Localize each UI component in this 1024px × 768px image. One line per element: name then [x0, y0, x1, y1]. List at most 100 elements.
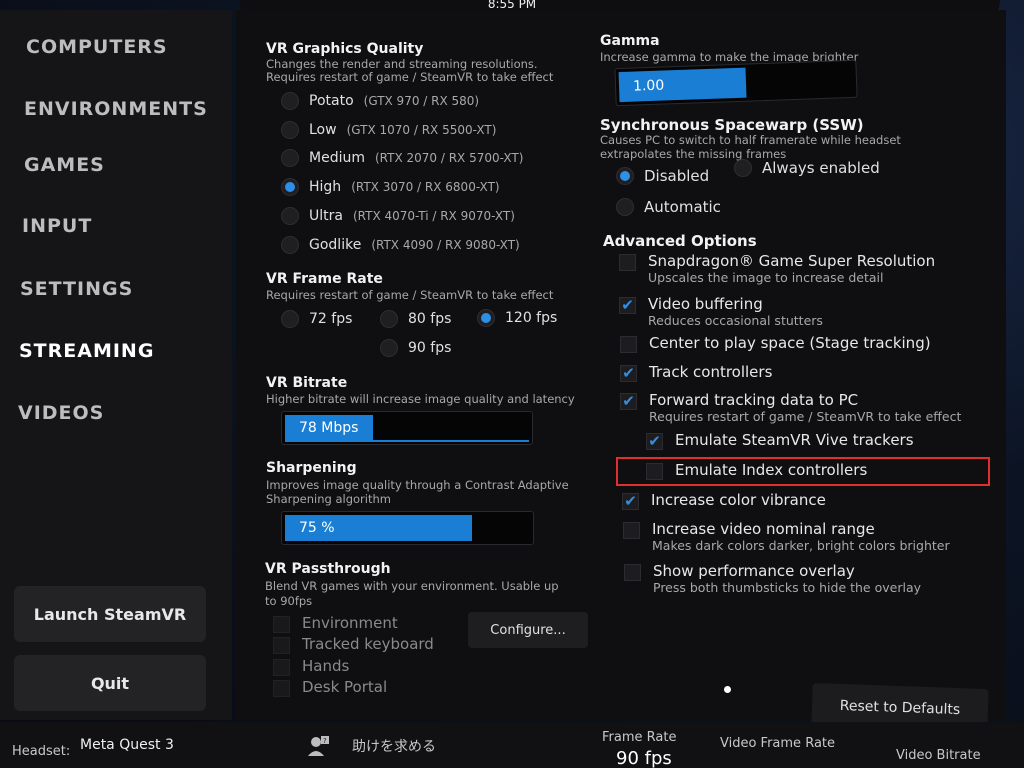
- graphics-option-low[interactable]: Low (GTX 1070 / RX 5500-XT): [281, 121, 496, 139]
- option-sub: Reduces occasional stutters: [648, 313, 823, 328]
- adv-increase-color-vibrance[interactable]: ✔ Increase color vibrance: [622, 491, 826, 510]
- radio-icon: [281, 207, 299, 225]
- nav-games[interactable]: GAMES: [24, 154, 105, 176]
- checkmark-icon: ✔: [622, 493, 639, 510]
- checkbox-icon: [273, 680, 290, 697]
- svg-text:?: ?: [323, 737, 327, 745]
- launch-steamvr-button[interactable]: Launch SteamVR: [14, 586, 206, 642]
- passthrough-tracked-keyboard[interactable]: Tracked keyboard: [273, 635, 434, 654]
- option-label: Automatic: [644, 198, 721, 216]
- adv-show-performance-overlay[interactable]: Show performance overlay Press both thum…: [624, 562, 921, 595]
- bitrate-desc: Higher bitrate will increase image quali…: [266, 392, 575, 406]
- option-sub: Upscales the image to increase detail: [648, 270, 884, 285]
- framerate-80[interactable]: 80 fps: [380, 310, 451, 328]
- option-label: Emulate SteamVR Vive trackers: [675, 431, 914, 449]
- checkbox-icon: [619, 254, 636, 271]
- ssw-always-enabled[interactable]: Always enabled: [734, 159, 880, 177]
- checkbox-icon: [620, 336, 637, 353]
- nav-streaming[interactable]: STREAMING: [19, 340, 154, 362]
- ssw-automatic[interactable]: Automatic: [616, 198, 721, 216]
- passthrough-desk-portal[interactable]: Desk Portal: [273, 678, 387, 697]
- nav-computers[interactable]: COMPUTERS: [26, 36, 168, 58]
- framerate-title: VR Frame Rate: [266, 271, 383, 287]
- graphics-option-medium[interactable]: Medium (RTX 2070 / RX 5700-XT): [281, 149, 523, 167]
- checkbox-icon: [273, 616, 290, 633]
- radio-icon: [281, 121, 299, 139]
- option-label: 80 fps: [408, 311, 452, 327]
- radio-selected-icon: [281, 178, 299, 196]
- option-sub: Makes dark colors darker, bright colors …: [652, 538, 950, 553]
- checkbox-icon: [273, 659, 290, 676]
- option-gpu: (RTX 3070 / RX 6800-XT): [351, 180, 500, 194]
- configure-button[interactable]: Configure...: [468, 612, 588, 648]
- sharpening-fill: 75 %: [285, 515, 472, 541]
- bitrate-title: VR Bitrate: [266, 375, 348, 391]
- radio-icon: [616, 198, 634, 216]
- adv-increase-nominal-range[interactable]: Increase video nominal range Makes dark …: [623, 520, 950, 553]
- option-label: Hands: [302, 657, 350, 675]
- help-button[interactable]: 助けを求める: [352, 736, 436, 756]
- option-label: Ultra: [309, 208, 343, 224]
- option-label: Medium: [309, 150, 365, 166]
- adv-emulate-vive-trackers[interactable]: ✔ Emulate SteamVR Vive trackers: [646, 431, 914, 450]
- option-label: 120 fps: [505, 310, 558, 326]
- nav-input[interactable]: INPUT: [22, 215, 92, 237]
- nav-settings[interactable]: SETTINGS: [20, 278, 133, 300]
- checkmark-icon: ✔: [646, 433, 663, 450]
- help-user-icon[interactable]: ?: [306, 734, 330, 758]
- sharpening-desc-2: Sharpening algorithm: [266, 492, 391, 506]
- passthrough-hands[interactable]: Hands: [273, 657, 349, 676]
- bitrate-fill: 78 Mbps: [285, 415, 373, 441]
- highlight-box: [616, 457, 990, 486]
- passthrough-environment[interactable]: Environment: [273, 614, 398, 633]
- option-label: Environment: [302, 614, 398, 632]
- option-sub: Press both thumbsticks to hide the overl…: [653, 580, 921, 595]
- slider-track: [285, 440, 529, 442]
- option-gpu: (GTX 970 / RX 580): [363, 94, 480, 108]
- option-label: Tracked keyboard: [302, 635, 434, 653]
- option-label: Video buffering: [648, 295, 763, 313]
- option-label: Center to play space (Stage tracking): [649, 334, 931, 352]
- option-label: Always enabled: [762, 159, 880, 177]
- adv-video-buffering[interactable]: ✔ Video buffering Reduces occasional stu…: [619, 295, 823, 328]
- sharpening-slider[interactable]: 75 %: [281, 511, 534, 545]
- quit-button[interactable]: Quit: [14, 655, 206, 711]
- framerate-72[interactable]: 72 fps: [281, 310, 352, 328]
- option-gpu: (RTX 4070-Ti / RX 9070-XT): [352, 209, 515, 223]
- adv-center-play-space[interactable]: Center to play space (Stage tracking): [620, 334, 931, 353]
- graphics-option-godlike[interactable]: Godlike (RTX 4090 / RX 9080-XT): [281, 236, 520, 254]
- checkbox-icon: [623, 522, 640, 539]
- option-label: 90 fps: [408, 340, 452, 356]
- adv-forward-tracking[interactable]: ✔ Forward tracking data to PC Requires r…: [620, 391, 961, 424]
- page-indicator-dot: [724, 686, 731, 693]
- framerate-status-label: Frame Rate: [602, 730, 677, 745]
- adv-track-controllers[interactable]: ✔ Track controllers: [620, 363, 772, 382]
- option-label: Godlike: [309, 237, 362, 253]
- bitrate-slider[interactable]: 78 Mbps: [281, 411, 533, 445]
- option-label: Show performance overlay: [653, 562, 855, 580]
- graphics-title: VR Graphics Quality: [266, 41, 424, 57]
- option-label: High: [309, 179, 342, 195]
- graphics-option-potato[interactable]: Potato (GTX 970 / RX 580): [281, 92, 479, 110]
- nav-environments[interactable]: ENVIRONMENTS: [24, 98, 208, 120]
- advanced-title: Advanced Options: [603, 232, 757, 250]
- checkmark-icon: ✔: [620, 365, 637, 382]
- nav-videos[interactable]: VIDEOS: [18, 402, 104, 424]
- framerate-120[interactable]: 120 fps: [477, 309, 557, 327]
- adv-snapdragon-gsr[interactable]: Snapdragon® Game Super Resolution Upscal…: [619, 252, 935, 285]
- option-sub: Requires restart of game / SteamVR to ta…: [649, 409, 962, 424]
- video-framerate-label: Video Frame Rate: [720, 736, 836, 751]
- headset-label: Headset:: [12, 744, 71, 759]
- graphics-option-high[interactable]: High (RTX 3070 / RX 6800-XT): [281, 178, 500, 196]
- checkbox-icon: [624, 564, 641, 581]
- radio-icon: [281, 149, 299, 167]
- passthrough-desc-2: to 90fps: [265, 594, 313, 608]
- passthrough-title: VR Passthrough: [265, 561, 391, 577]
- option-label: Increase video nominal range: [652, 520, 875, 538]
- ssw-disabled[interactable]: Disabled: [616, 167, 709, 185]
- radio-icon: [281, 236, 299, 254]
- graphics-option-ultra[interactable]: Ultra (RTX 4070-Ti / RX 9070-XT): [281, 207, 515, 225]
- sharpening-desc-1: Improves image quality through a Contras…: [266, 478, 569, 492]
- framerate-desc: Requires restart of game / SteamVR to ta…: [266, 288, 554, 302]
- framerate-90[interactable]: 90 fps: [380, 339, 451, 357]
